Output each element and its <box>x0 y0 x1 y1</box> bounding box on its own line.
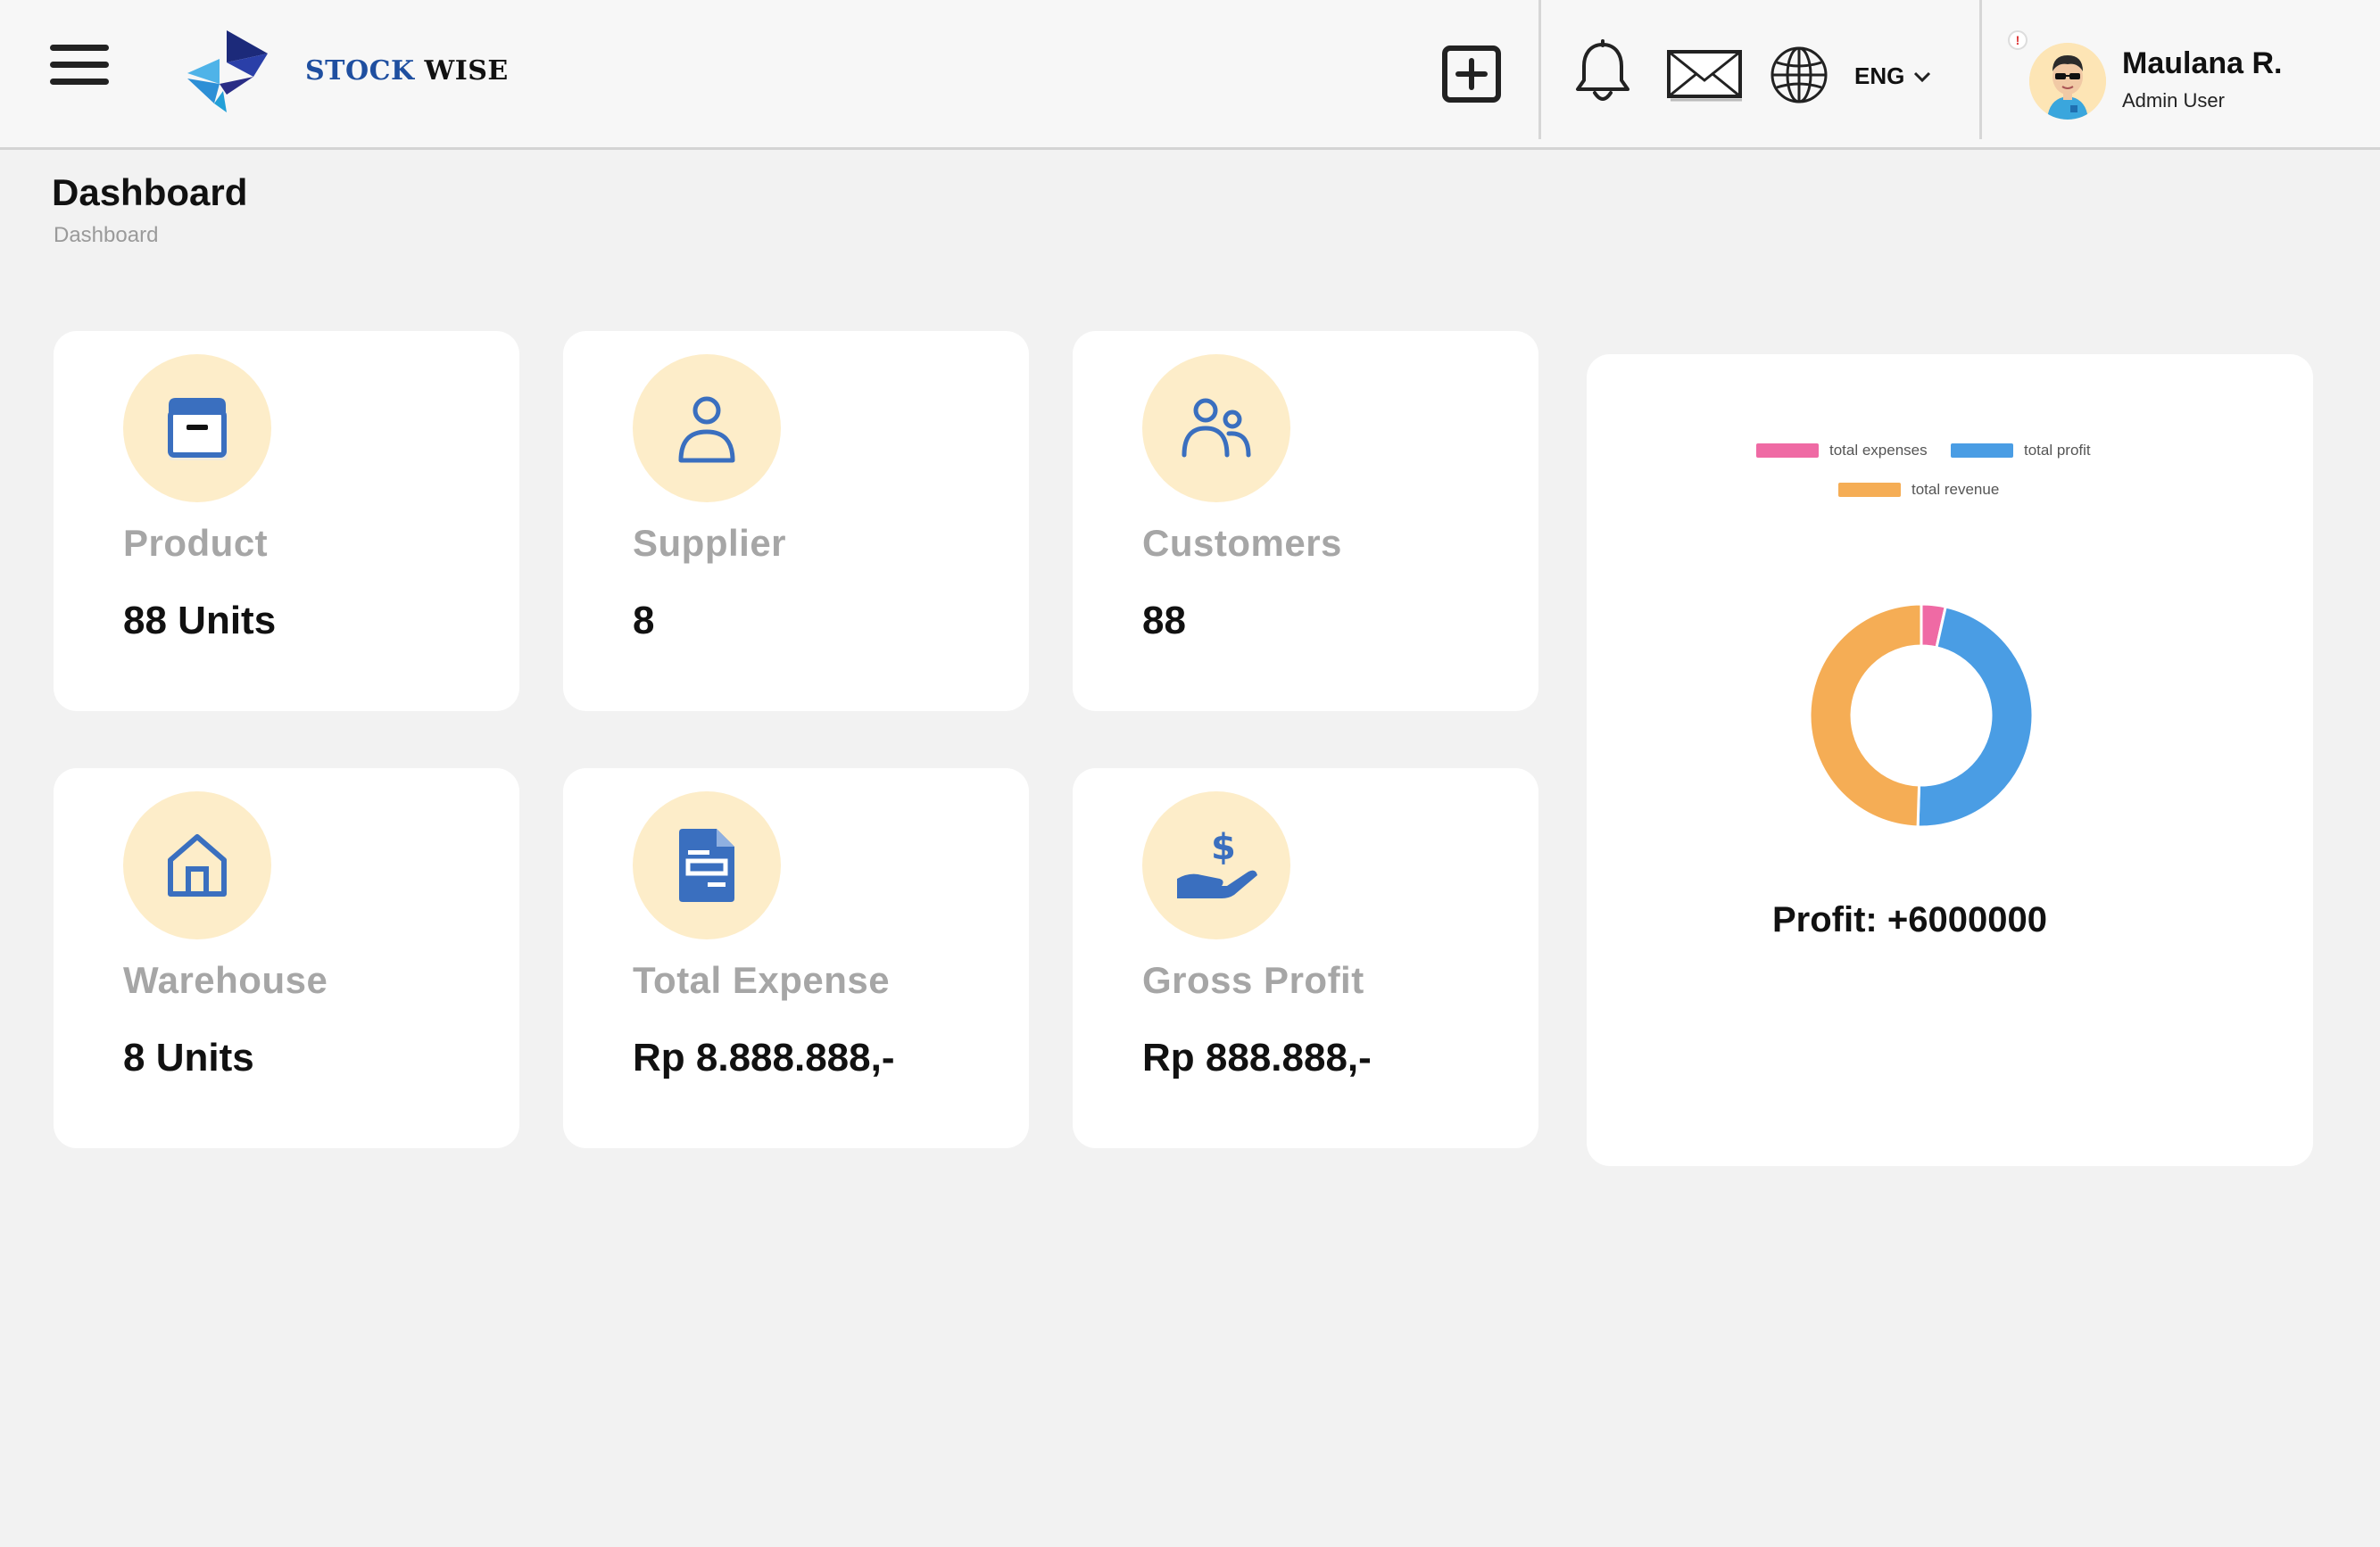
home-icon <box>168 834 227 897</box>
gross-profit-card[interactable]: $ Gross Profit Rp 888.888,- <box>1073 768 1538 1148</box>
supplier-icon-circle <box>633 354 781 502</box>
chevron-down-icon <box>1914 71 1931 82</box>
bell-icon[interactable] <box>1573 39 1632 107</box>
breadcrumb[interactable]: Dashboard <box>54 223 158 248</box>
add-icon[interactable] <box>1441 45 1502 103</box>
customers-card[interactable]: Customers 88 <box>1073 331 1538 711</box>
globe-icon[interactable] <box>1769 45 1829 105</box>
avatar[interactable] <box>2029 43 2106 120</box>
mail-icon[interactable] <box>1665 45 1744 103</box>
legend-swatch <box>1756 443 1819 458</box>
brand-name: STOCK WISE <box>305 55 509 87</box>
user-role: Admin User <box>2122 89 2225 112</box>
card-value: 8 Units <box>123 1036 254 1080</box>
card-value: 88 <box>1142 599 1186 642</box>
card-label: Product <box>123 522 269 564</box>
legend-item-profit[interactable]: total profit <box>1951 442 2091 459</box>
card-value: 88 Units <box>123 599 277 642</box>
legend-label: total revenue <box>1911 481 2000 498</box>
card-value: 8 <box>633 599 655 642</box>
total-expense-card[interactable]: Total Expense Rp 8.888.888,- <box>563 768 1029 1148</box>
card-label: Customers <box>1142 522 1342 564</box>
profit-icon-circle: $ <box>1142 791 1290 939</box>
legend-swatch <box>1838 483 1901 497</box>
finance-chart-card: total expenses total profit total revenu… <box>1587 354 2313 1166</box>
legend-item-revenue[interactable]: total revenue <box>1838 481 1999 499</box>
language-selector[interactable]: ENG <box>1854 62 1931 90</box>
hand-dollar-icon: $ <box>1177 827 1257 898</box>
doughnut-chart <box>1808 602 2035 829</box>
profit-summary: Profit: +6000000 <box>1772 900 2047 939</box>
product-icon-circle <box>123 354 271 502</box>
legend-label: total profit <box>2024 442 2091 459</box>
product-card[interactable]: Product 88 Units <box>54 331 519 711</box>
expense-icon-circle <box>633 791 781 939</box>
user-icon <box>678 396 735 463</box>
page-title: Dashboard <box>52 171 248 213</box>
document-icon <box>679 829 734 902</box>
card-label: Supplier <box>633 522 787 564</box>
supplier-card[interactable]: Supplier 8 <box>563 331 1029 711</box>
legend-label: total expenses <box>1829 442 1928 459</box>
stockwise-logo-icon <box>187 30 268 112</box>
users-icon <box>1182 398 1251 458</box>
legend-swatch <box>1951 443 2013 458</box>
warehouse-card[interactable]: Warehouse 8 Units <box>54 768 519 1148</box>
card-label: Warehouse <box>123 959 328 1001</box>
top-navbar: STOCK WISE ENG ! Maulana R. Admin User <box>0 0 2380 150</box>
language-label: ENG <box>1854 62 1905 89</box>
box-icon <box>168 398 228 460</box>
legend-item-expenses[interactable]: total expenses <box>1756 442 1928 459</box>
card-label: Total Expense <box>633 959 891 1001</box>
card-label: Gross Profit <box>1142 959 1364 1001</box>
notification-badge: ! <box>2008 30 2028 50</box>
header-divider <box>1538 0 1541 139</box>
card-value: Rp 8.888.888,- <box>633 1036 895 1080</box>
header-divider <box>1979 0 1982 139</box>
user-name[interactable]: Maulana R. <box>2122 46 2282 81</box>
slice-total-revenue[interactable] <box>1808 602 1923 829</box>
card-value: Rp 888.888,- <box>1142 1036 1372 1080</box>
user-avatar-icon <box>2029 43 2106 120</box>
customers-icon-circle <box>1142 354 1290 502</box>
warehouse-icon-circle <box>123 791 271 939</box>
svg-text:$: $ <box>1211 827 1236 868</box>
menu-icon[interactable] <box>50 45 109 87</box>
